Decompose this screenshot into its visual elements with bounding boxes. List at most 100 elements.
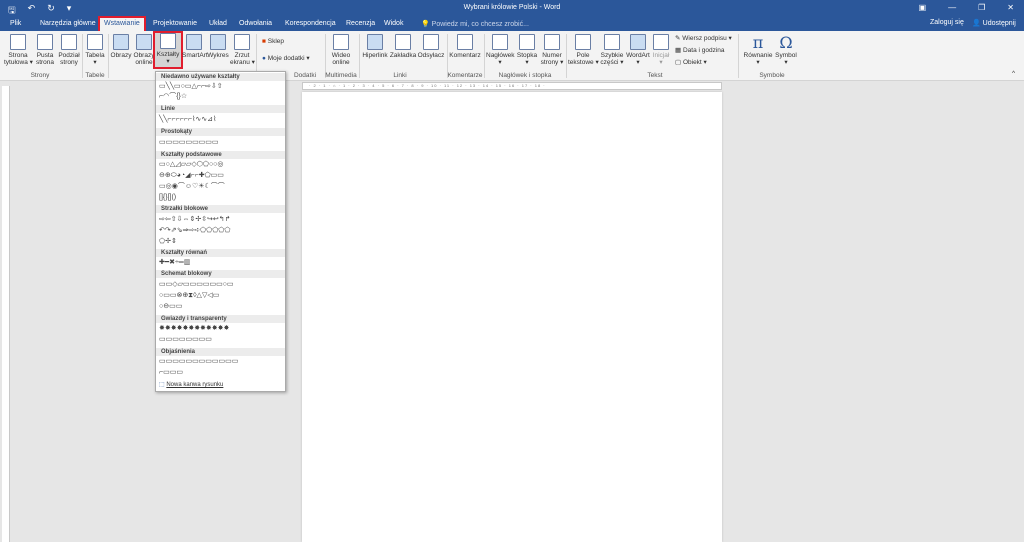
shape-row[interactable]: ⇨⇦⇧⇩⇔⇕✢⇳↪↩↰↱ — [159, 216, 231, 224]
online-video-button[interactable]: Wideo online — [328, 34, 354, 66]
restore-icon[interactable]: ❐ — [978, 3, 985, 12]
shape-row[interactable]: ▭▭▭▭▭▭▭▭▭▭▭▭ — [159, 358, 238, 366]
share-label: Udostępnij — [982, 20, 1016, 27]
online-video-label: Wideo online — [331, 52, 351, 66]
date-time-button[interactable]: ▦ Data i godzina — [675, 46, 725, 54]
section-lines: Linie — [156, 105, 285, 113]
shape-row[interactable]: ▭◎◉⌒☺♡☀☾⌒⌒ — [159, 183, 225, 191]
shape-row[interactable]: ✸✸✸✸✸✸✸✸✸✸✸✸ — [159, 325, 229, 333]
tab-view[interactable]: Widok — [384, 20, 403, 27]
smartart-icon — [186, 34, 202, 50]
tab-references[interactable]: Odwołania — [239, 20, 272, 27]
horizontal-ruler: · 2 · 1 · ⌂ · 1 · 2 · 3 · 4 · 5 · 6 · 7 … — [302, 82, 722, 90]
cross-reference-button[interactable]: Odsyłacz — [417, 34, 445, 59]
tab-layout[interactable]: Układ — [209, 20, 227, 27]
header-label: Nagłówek ▾ — [486, 52, 515, 66]
store-button[interactable]: ■ Sklep — [262, 38, 284, 45]
wordart-label: WordArt ▾ — [626, 52, 650, 66]
ribbon-tabs: Plik Narzędzia główne Wstawianie Projekt… — [0, 16, 1024, 33]
blank-page-icon — [37, 34, 53, 50]
shape-row[interactable]: ╲╲⌐⌐⌐⌐⌐⌐⌇∿∿⊿⌇ — [159, 116, 216, 124]
shape-row[interactable]: ⊖⊕⬭◕◔◢⌐⌐✚⬠▭▭ — [159, 172, 224, 180]
shapes-label: Kształty ▾ — [156, 51, 180, 65]
minimize-icon[interactable]: — — [948, 3, 956, 12]
tab-review[interactable]: Recenzja — [346, 20, 375, 27]
pictures-button[interactable]: Obrazy — [110, 34, 132, 59]
vertical-ruler — [2, 86, 10, 542]
table-button[interactable]: Tabela ▾ — [84, 34, 106, 66]
picture-icon — [113, 34, 129, 50]
tell-me-search[interactable]: 💡 Powiedz mi, co chcesz zrobić... — [421, 20, 529, 28]
header-button[interactable]: Nagłówek ▾ — [486, 34, 515, 66]
signature-line-button[interactable]: ✎ Wiersz podpisu ▾ — [675, 34, 732, 42]
symbol-button[interactable]: Ω Symbol ▾ — [774, 34, 798, 67]
section-rectangles: Prostokąty — [156, 128, 285, 136]
comment-label: Komentarz — [449, 52, 481, 59]
drop-cap-button[interactable]: Inicjał ▾ — [651, 34, 671, 66]
text-box-button[interactable]: Pole tekstowe ▾ — [568, 34, 599, 66]
screenshot-icon — [234, 34, 250, 50]
shape-row[interactable]: ▭▭▭▭▭▭▭▭▭ — [159, 139, 219, 147]
screenshot-button[interactable]: Zrzut ekranu ▾ — [230, 34, 255, 66]
my-addins-button[interactable]: ● Moje dodatki ▾ — [262, 54, 310, 62]
page-break-button[interactable]: Podział strony — [57, 34, 81, 66]
shape-row[interactable]: ⌐▭▭▭ — [159, 369, 183, 377]
tab-design[interactable]: Projektowanie — [153, 20, 197, 27]
cross-reference-icon — [423, 34, 439, 50]
footer-button[interactable]: Stopka ▾ — [514, 34, 540, 66]
object-label: Obiekt — [682, 59, 702, 66]
hyperlink-button[interactable]: Hiperlink — [361, 34, 389, 59]
table-icon — [87, 34, 103, 50]
tab-home[interactable]: Narzędzia główne — [40, 20, 96, 27]
section-callouts: Objaśnienia — [156, 348, 285, 356]
page-number-button[interactable]: Numer strony ▾ — [540, 34, 564, 66]
calendar-icon: ▦ — [675, 47, 683, 54]
smartart-button[interactable]: SmartArt — [182, 34, 208, 59]
bookmark-button[interactable]: Zakładka — [389, 34, 417, 59]
page-number-icon — [544, 34, 560, 50]
equation-button[interactable]: π Równanie ▾ — [742, 34, 774, 67]
online-pictures-button[interactable]: Obrazy online — [133, 34, 155, 66]
sign-in-link[interactable]: Zaloguj się — [930, 19, 964, 26]
quick-parts-button[interactable]: Szybkie części ▾ — [598, 34, 626, 66]
new-drawing-canvas-item[interactable]: ⬚ Nowa kanwa rysunku — [159, 381, 223, 388]
tab-insert[interactable]: Wstawianie — [98, 16, 146, 33]
online-picture-icon — [136, 34, 152, 50]
hyperlink-label: Hiperlink — [362, 52, 388, 59]
shapes-button[interactable]: Kształty ▾ — [153, 31, 183, 69]
table-label: Tabela ▾ — [85, 52, 105, 66]
shape-row[interactable]: ⌐◠⌒{}☆ — [159, 93, 187, 101]
tab-mailings[interactable]: Korespondencja — [285, 20, 336, 27]
shape-row[interactable]: ○⊖▭▭ — [159, 303, 182, 311]
blank-page-label: Pusta strona — [35, 52, 55, 66]
title-bar: 🖫 ↶ ↻ ▾ Wybrani królowie Polski - Word ▣… — [0, 0, 1024, 17]
shape-row[interactable]: ✚━✖÷═▥ — [159, 259, 190, 267]
my-addins-label: Moje dodatki — [267, 55, 305, 62]
document-title: Wybrani królowie Polski - Word — [463, 4, 561, 11]
chart-icon — [210, 34, 226, 50]
shape-row[interactable]: ▭▭▭▭▭▭▭▭ — [159, 336, 212, 344]
collapse-ribbon-icon[interactable]: ^ — [1012, 70, 1015, 77]
document-page[interactable] — [302, 92, 722, 542]
shape-row[interactable]: ↶↷⇗⇘⇒⇨➪⬠⬠⬠⬠⬠ — [159, 227, 230, 235]
wordart-button[interactable]: WordArt ▾ — [626, 34, 650, 66]
shape-row[interactable]: ▭▭◇▱▭▭▭▭▭▭○▭ — [159, 281, 234, 289]
cover-page-button[interactable]: Strona tytułowa ▾ — [4, 34, 33, 66]
chart-button[interactable]: Wykres — [207, 34, 229, 59]
shape-row[interactable]: ⬠✢⇕ — [159, 238, 177, 246]
shape-row[interactable]: ▭○△◿▱▱◇⬡⬠○○◎ — [159, 161, 224, 169]
comment-button[interactable]: Komentarz — [449, 34, 481, 59]
tab-file[interactable]: Plik — [10, 20, 21, 27]
shape-row[interactable]: ▭╲╲▭○▭△⌐⌐⇨⇩⇧ — [159, 83, 223, 91]
shape-row[interactable]: []{}[]() — [159, 194, 176, 202]
blank-page-button[interactable]: Pusta strona — [33, 34, 57, 66]
lightbulb-icon: 💡 — [421, 21, 432, 28]
user-icon: 👤 — [972, 20, 983, 27]
shape-row[interactable]: ○▭▭⊗⊕⧗◊△▽◁▭ — [159, 292, 219, 300]
share-button[interactable]: 👤 Udostępnij — [972, 19, 1016, 27]
screenshot-label: Zrzut ekranu ▾ — [230, 52, 255, 66]
close-icon[interactable]: ✕ — [1007, 3, 1014, 12]
ribbon-display-icon[interactable]: ▣ — [919, 3, 927, 12]
object-button[interactable]: ▢ Obiekt ▾ — [675, 58, 707, 66]
signature-label: Wiersz podpisu — [682, 35, 727, 42]
